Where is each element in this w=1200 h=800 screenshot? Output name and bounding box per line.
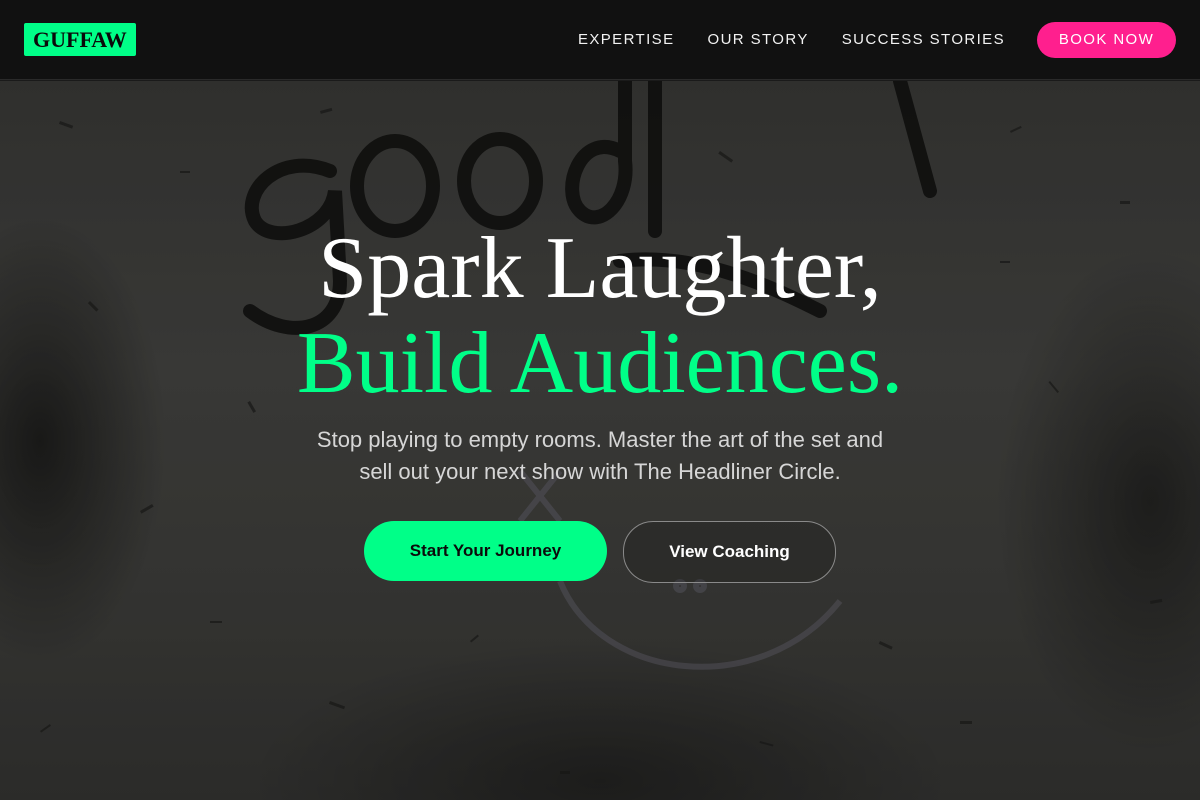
hero-section: Spark Laughter, Build Audiences. Stop pl… [0, 81, 1200, 800]
nav-link-expertise[interactable]: EXPERTISE [578, 31, 675, 48]
book-now-button[interactable]: BOOK NOW [1037, 21, 1176, 58]
hero-cta-row: Start Your Journey View Coaching [0, 521, 1200, 583]
nav-link-success-stories[interactable]: SUCCESS STORIES [842, 31, 1005, 48]
logo[interactable]: GUFFAW [24, 23, 136, 56]
subtitle-line-2: sell out your next show with The Headlin… [359, 459, 841, 484]
nav-link-our-story[interactable]: OUR STORY [708, 31, 809, 48]
headline-line-1: Spark Laughter, [318, 220, 882, 317]
hero-headline: Spark Laughter, Build Audiences. [0, 221, 1200, 411]
hero-subtitle: Stop playing to empty rooms. Master the … [0, 424, 1200, 488]
start-journey-button[interactable]: Start Your Journey [364, 521, 607, 581]
main-nav: EXPERTISE OUR STORY SUCCESS STORIES BOOK… [578, 21, 1176, 58]
view-coaching-button[interactable]: View Coaching [623, 521, 836, 583]
subtitle-line-1: Stop playing to empty rooms. Master the … [316, 427, 884, 452]
site-header: GUFFAW EXPERTISE OUR STORY SUCCESS STORI… [0, 0, 1200, 80]
headline-line-2: Build Audiences. [296, 315, 904, 412]
